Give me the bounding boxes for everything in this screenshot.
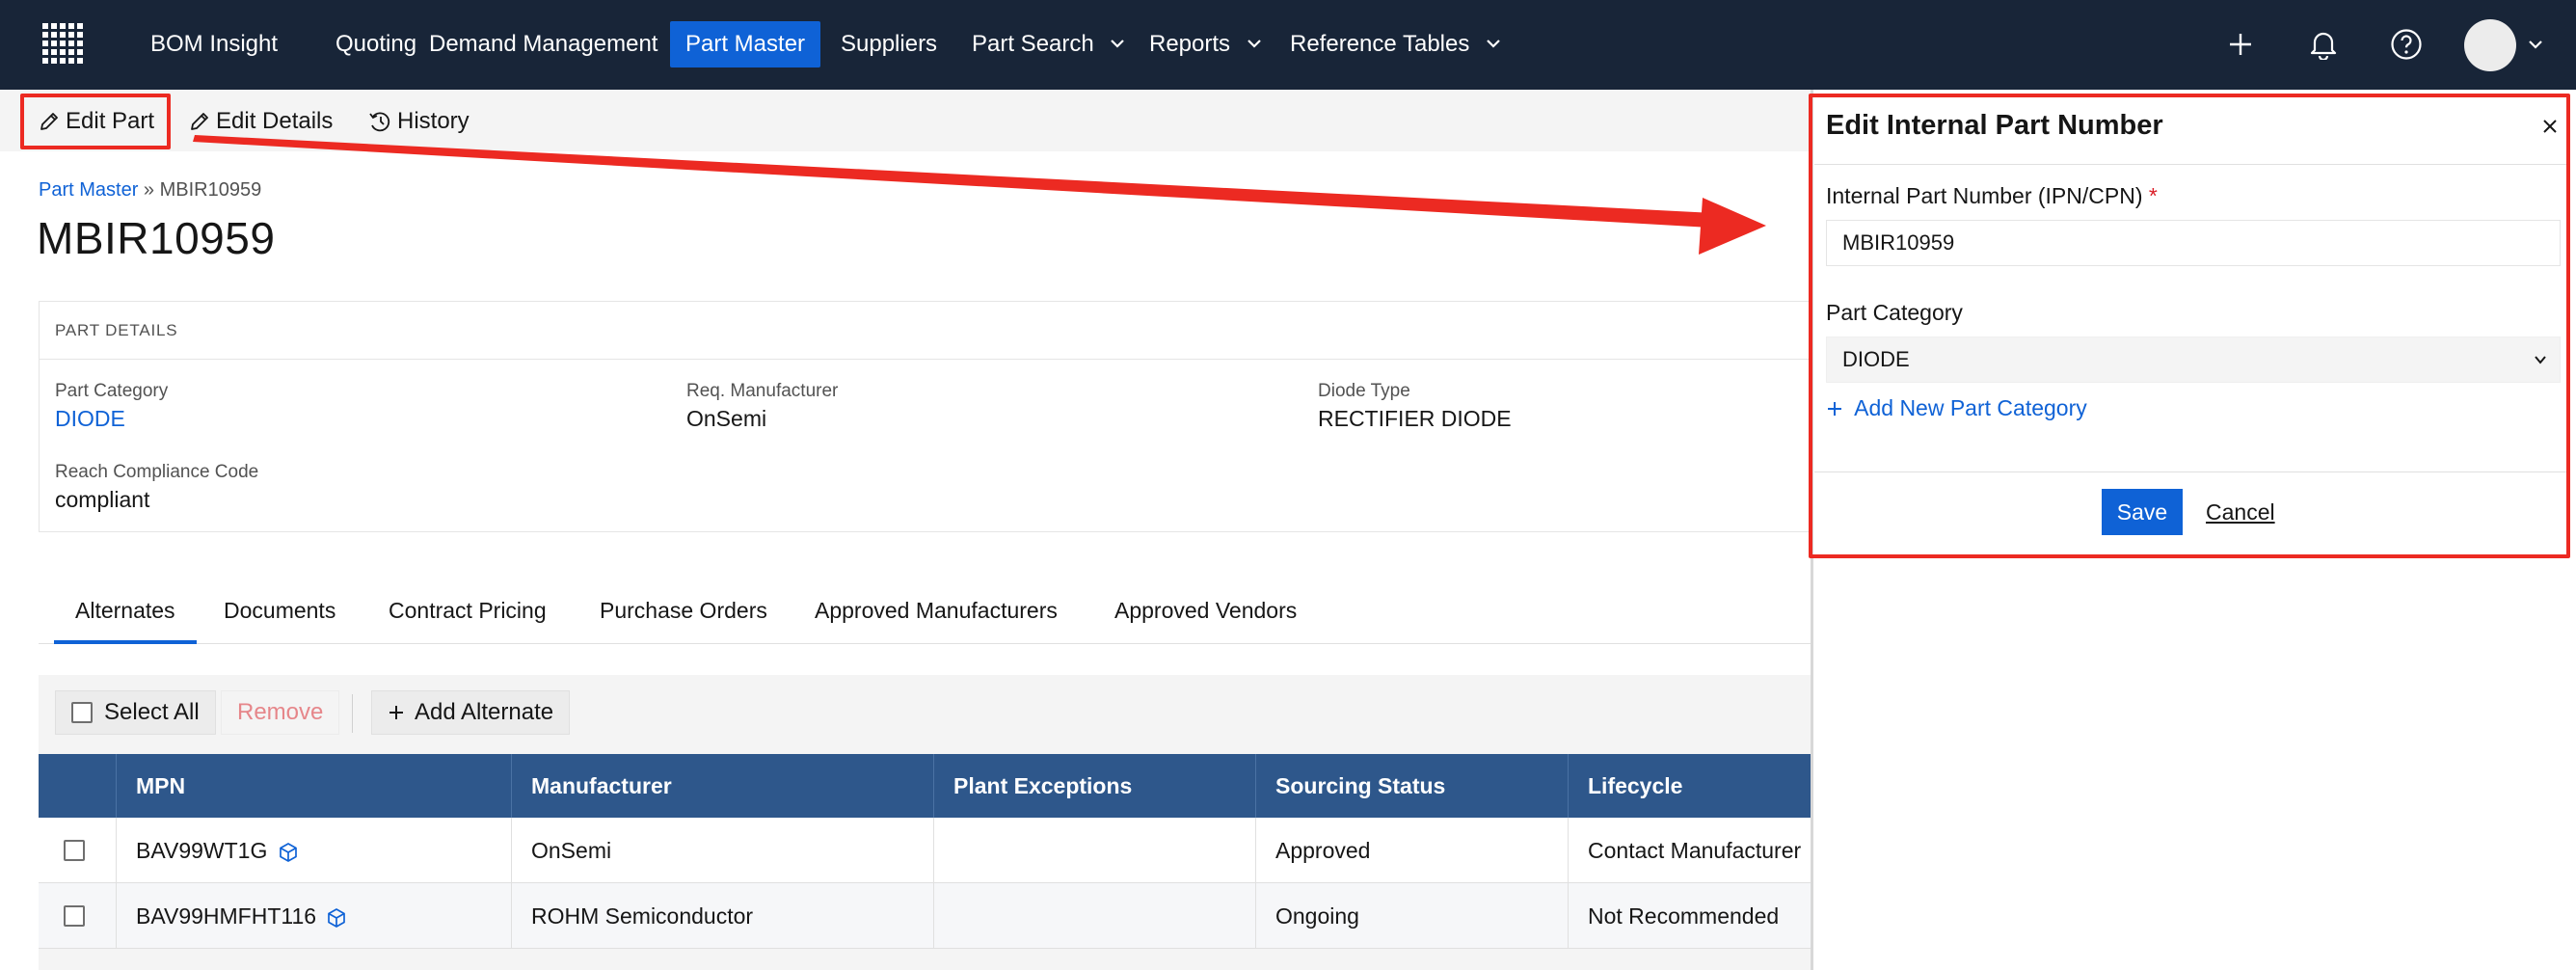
- breadcrumb-current: MBIR10959: [159, 179, 262, 201]
- help-icon[interactable]: [2385, 23, 2428, 66]
- bell-icon[interactable]: [2302, 23, 2345, 66]
- nav-item-reports-label: Reports: [1149, 31, 1231, 57]
- nav-item-reference-tables-label: Reference Tables: [1290, 31, 1470, 57]
- edit-part-label: Edit Part: [66, 108, 155, 134]
- history-button[interactable]: History: [368, 102, 470, 141]
- divider: [1814, 164, 2568, 165]
- side-panel-title: Edit Internal Part Number: [1826, 110, 2163, 141]
- cell-sourcing-status: Ongoing: [1255, 883, 1568, 949]
- add-alternate-label: Add Alternate: [415, 699, 554, 725]
- nav-item-suppliers[interactable]: Suppliers: [825, 21, 953, 67]
- nav-item-demand-management[interactable]: Demand Management: [414, 21, 673, 67]
- tab-bar: Alternates Documents Contract Pricing Pu…: [39, 588, 1832, 644]
- part-category-label: Part Category: [55, 381, 169, 401]
- plus-icon[interactable]: [2219, 23, 2262, 66]
- pencil-icon: [191, 113, 208, 130]
- required-mark: *: [2148, 183, 2158, 208]
- table-row[interactable]: BAV99WT1G OnSemi Approved Contact Manufa…: [39, 818, 1832, 883]
- chevron-down-icon: [1487, 39, 1500, 48]
- edit-details-label: Edit Details: [216, 108, 334, 134]
- part-category-value[interactable]: DIODE: [55, 406, 125, 432]
- chevron-down-icon: [1247, 39, 1261, 48]
- nav-item-bom-insight[interactable]: BOM Insight: [135, 21, 293, 67]
- cell-mpn[interactable]: BAV99WT1G: [116, 818, 511, 883]
- reach-compliance-label: Reach Compliance Code: [55, 462, 259, 482]
- close-icon[interactable]: [2539, 116, 2561, 137]
- tab-purchase-orders[interactable]: Purchase Orders: [578, 588, 789, 644]
- cell-plant-exceptions: [933, 883, 1255, 949]
- cell-lifecycle: Contact Manufacturer: [1568, 818, 1832, 883]
- nav-item-part-master[interactable]: Part Master: [670, 21, 821, 67]
- ipn-label-text: Internal Part Number (IPN/CPN): [1826, 183, 2143, 208]
- cube-icon[interactable]: [326, 907, 347, 929]
- cell-plant-exceptions: [933, 818, 1255, 883]
- cell-manufacturer: ROHM Semiconductor: [511, 883, 933, 949]
- select-all-button[interactable]: Select All: [55, 690, 216, 735]
- part-category-field-label: Part Category: [1826, 300, 1963, 325]
- page-title: MBIR10959: [37, 213, 276, 263]
- column-header-lifecycle[interactable]: Lifecycle: [1568, 754, 1832, 818]
- cell-lifecycle: Not Recommended: [1568, 883, 1832, 949]
- mpn-text: BAV99WT1G: [136, 838, 268, 863]
- mpn-text: BAV99HMFHT116: [136, 903, 317, 929]
- tab-approved-manufacturers[interactable]: Approved Manufacturers: [793, 588, 1079, 644]
- nav-item-part-search-label: Part Search: [972, 31, 1094, 57]
- history-label: History: [397, 108, 470, 134]
- table-header: MPN Manufacturer Plant Exceptions Sourci…: [39, 754, 1832, 818]
- cell-sourcing-status: Approved: [1255, 818, 1568, 883]
- part-details-card: PART DETAILS Part Category DIODE Req. Ma…: [39, 301, 1832, 532]
- breadcrumb-separator: »: [143, 179, 155, 201]
- tab-documents[interactable]: Documents: [202, 588, 357, 644]
- req-manufacturer-label: Req. Manufacturer: [686, 381, 839, 401]
- add-alternate-button[interactable]: Add Alternate: [371, 690, 571, 735]
- select-all-label: Select All: [104, 699, 200, 725]
- pencil-icon: [40, 113, 58, 130]
- chevron-down-icon: [1111, 39, 1125, 48]
- tab-alternates[interactable]: Alternates: [54, 588, 197, 644]
- column-header-manufacturer[interactable]: Manufacturer: [511, 754, 933, 818]
- diode-type-value: RECTIFIER DIODE: [1318, 406, 1512, 431]
- cube-icon[interactable]: [278, 842, 299, 863]
- req-manufacturer-value: OnSemi: [686, 406, 767, 431]
- reach-compliance-value: compliant: [55, 487, 150, 512]
- column-header-mpn[interactable]: MPN: [116, 754, 511, 818]
- remove-button[interactable]: Remove: [221, 690, 340, 735]
- history-icon: [369, 112, 390, 132]
- breadcrumb: Part Master » MBIR10959: [39, 179, 261, 202]
- part-details-heading: PART DETAILS: [40, 302, 1831, 360]
- part-category-selected: DIODE: [1842, 347, 1910, 371]
- cancel-button[interactable]: Cancel: [2206, 499, 2275, 525]
- add-new-part-category-label: Add New Part Category: [1854, 395, 2087, 420]
- breadcrumb-link-part-master[interactable]: Part Master: [39, 179, 138, 201]
- tab-contract-pricing[interactable]: Contract Pricing: [367, 588, 568, 644]
- top-navigation-bar: BOM Insight Quoting Demand Management Pa…: [0, 0, 2576, 90]
- diode-type-label: Diode Type: [1318, 381, 1410, 401]
- add-new-part-category-link[interactable]: Add New Part Category: [1826, 395, 2087, 421]
- select-all-checkbox[interactable]: [71, 702, 93, 723]
- nav-item-part-search[interactable]: Part Search: [956, 21, 1140, 67]
- edit-part-button[interactable]: Edit Part: [39, 102, 154, 141]
- nav-item-reference-tables[interactable]: Reference Tables: [1275, 21, 1516, 67]
- table-row[interactable]: BAV99HMFHT116 ROHM Semiconductor Ongoing…: [39, 883, 1832, 949]
- cell-mpn[interactable]: BAV99HMFHT116: [116, 883, 511, 949]
- avatar[interactable]: [2464, 19, 2516, 71]
- toolbar-divider: [352, 694, 353, 733]
- nav-item-reports[interactable]: Reports: [1134, 21, 1277, 67]
- grid-logo-icon[interactable]: [39, 19, 89, 69]
- plus-icon: [1828, 402, 1841, 416]
- ipn-input[interactable]: MBIR10959: [1826, 220, 2561, 266]
- plus-icon: [389, 706, 403, 719]
- chevron-down-icon: [2535, 356, 2546, 364]
- row-checkbox[interactable]: [64, 905, 85, 927]
- cell-manufacturer: OnSemi: [511, 818, 933, 883]
- column-header-sourcing-status[interactable]: Sourcing Status: [1255, 754, 1568, 818]
- tab-approved-vendors[interactable]: Approved Vendors: [1093, 588, 1318, 644]
- ipn-label: Internal Part Number (IPN/CPN) *: [1826, 183, 2158, 209]
- row-checkbox[interactable]: [64, 840, 85, 861]
- save-button[interactable]: Save: [2102, 489, 2183, 535]
- column-header-plant-exceptions[interactable]: Plant Exceptions: [933, 754, 1255, 818]
- edit-details-button[interactable]: Edit Details: [189, 102, 333, 141]
- chevron-down-icon[interactable]: [2526, 35, 2545, 54]
- part-category-select[interactable]: DIODE: [1826, 337, 2561, 383]
